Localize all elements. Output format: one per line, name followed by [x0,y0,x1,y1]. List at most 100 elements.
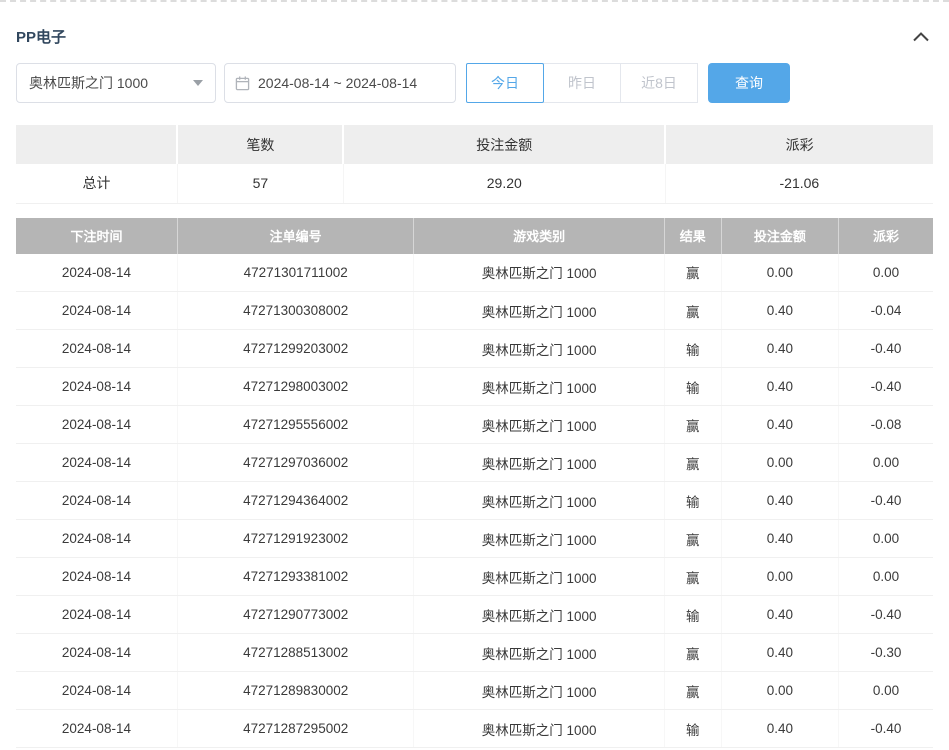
table-row: 2024-08-14 47271291923002 奥林匹斯之门 1000 赢 … [16,520,933,558]
payout-cell: -0.04 [839,292,933,330]
bet-time-cell: 2024-08-14 [16,482,177,520]
bet-amount-cell: 0.40 [721,292,838,330]
bet-amount-cell: 0.40 [721,710,838,748]
bet-time-cell: 2024-08-14 [16,634,177,672]
order-number-cell: 47271287295002 [177,710,414,748]
order-number-cell: 47271293381002 [177,558,414,596]
calendar-icon [235,76,250,91]
bet-amount-cell: 0.40 [721,482,838,520]
filter-bar: 奥林匹斯之门 1000 2024-08-14 ~ 2024-08-14 今日 昨… [16,63,933,103]
order-number-cell: 47271301711002 [177,254,414,292]
quick-range-button[interactable]: 今日 [466,63,544,103]
summary-total-label: 总计 [16,164,177,203]
game-type-cell: 奥林匹斯之门 1000 [414,254,664,292]
summary-count-value: 57 [177,164,343,203]
header-result: 结果 [664,218,721,254]
payout-cell: -0.40 [839,368,933,406]
result-cell: 赢 [664,634,721,672]
game-type-cell: 奥林匹斯之门 1000 [414,482,664,520]
bet-time-cell: 2024-08-14 [16,444,177,482]
header-payout: 派彩 [839,218,933,254]
game-select[interactable]: 奥林匹斯之门 1000 [16,63,216,103]
payout-cell: 0.00 [839,254,933,292]
result-cell: 输 [664,710,721,748]
bet-time-cell: 2024-08-14 [16,368,177,406]
game-type-cell: 奥林匹斯之门 1000 [414,444,664,482]
summary-table: 笔数 投注金额 派彩 总计 57 29.20 -21.06 [16,125,933,204]
summary-header-count: 笔数 [177,125,343,164]
table-row: 2024-08-14 47271298003002 奥林匹斯之门 1000 输 … [16,368,933,406]
date-range-value: 2024-08-14 ~ 2024-08-14 [258,75,417,91]
order-number-cell: 47271289830002 [177,672,414,710]
game-type-cell: 奥林匹斯之门 1000 [414,672,664,710]
game-type-cell: 奥林匹斯之门 1000 [414,710,664,748]
quick-range-group: 今日 昨日 近8日 [466,63,698,103]
header-game-type: 游戏类别 [414,218,664,254]
chevron-up-icon [913,30,929,45]
bet-amount-cell: 0.40 [721,368,838,406]
date-range-input[interactable]: 2024-08-14 ~ 2024-08-14 [224,63,456,103]
quick-range-button[interactable]: 昨日 [543,63,621,103]
bet-records-table: 下注时间 注单编号 游戏类别 结果 投注金额 派彩 2024-08-14 472… [16,218,933,749]
table-row: 2024-08-14 47271290773002 奥林匹斯之门 1000 输 … [16,596,933,634]
bet-amount-cell: 0.00 [721,672,838,710]
order-number-cell: 47271298003002 [177,368,414,406]
game-select-value: 奥林匹斯之门 1000 [29,73,148,93]
order-number-cell: 47271291923002 [177,520,414,558]
bet-amount-cell: 0.00 [721,444,838,482]
header-bet-amount: 投注金额 [721,218,838,254]
payout-cell: -0.40 [839,330,933,368]
bet-amount-cell: 0.40 [721,330,838,368]
bet-time-cell: 2024-08-14 [16,710,177,748]
payout-cell: 0.00 [839,672,933,710]
game-type-cell: 奥林匹斯之门 1000 [414,558,664,596]
result-cell: 赢 [664,406,721,444]
table-row: 2024-08-14 47271300308002 奥林匹斯之门 1000 赢 … [16,292,933,330]
order-number-cell: 47271297036002 [177,444,414,482]
game-type-cell: 奥林匹斯之门 1000 [414,330,664,368]
game-type-cell: 奥林匹斯之门 1000 [414,292,664,330]
table-row: 2024-08-14 47271299203002 奥林匹斯之门 1000 输 … [16,330,933,368]
result-cell: 赢 [664,558,721,596]
summary-header-row: 笔数 投注金额 派彩 [16,125,933,164]
bet-amount-cell: 0.00 [721,254,838,292]
table-row: 2024-08-14 47271293381002 奥林匹斯之门 1000 赢 … [16,558,933,596]
order-number-cell: 47271295556002 [177,406,414,444]
bet-time-cell: 2024-08-14 [16,596,177,634]
result-cell: 赢 [664,444,721,482]
result-cell: 赢 [664,520,721,558]
search-button[interactable]: 查询 [708,63,790,103]
panel-header: PP电子 [16,2,933,63]
bet-time-cell: 2024-08-14 [16,406,177,444]
payout-cell: -0.40 [839,596,933,634]
payout-cell: -0.40 [839,482,933,520]
order-number-cell: 47271290773002 [177,596,414,634]
quick-range-button[interactable]: 近8日 [620,63,698,103]
bet-amount-cell: 0.40 [721,634,838,672]
table-header-row: 下注时间 注单编号 游戏类别 结果 投注金额 派彩 [16,218,933,254]
pp-games-panel: PP电子 奥林匹斯之门 1000 2024-08-14 ~ 2024-08-14 [0,2,949,748]
table-row: 2024-08-14 47271289830002 奥林匹斯之门 1000 赢 … [16,672,933,710]
game-type-cell: 奥林匹斯之门 1000 [414,520,664,558]
result-cell: 赢 [664,254,721,292]
panel-title: PP电子 [16,26,66,47]
game-type-cell: 奥林匹斯之门 1000 [414,634,664,672]
payout-cell: -0.30 [839,634,933,672]
collapse-panel-button[interactable] [909,30,933,44]
bet-amount-cell: 0.00 [721,558,838,596]
chevron-down-icon [193,80,203,86]
header-order-number: 注单编号 [177,218,414,254]
bet-amount-cell: 0.40 [721,596,838,634]
table-row: 2024-08-14 47271295556002 奥林匹斯之门 1000 赢 … [16,406,933,444]
result-cell: 输 [664,368,721,406]
order-number-cell: 47271299203002 [177,330,414,368]
bet-amount-cell: 0.40 [721,520,838,558]
header-bet-time: 下注时间 [16,218,177,254]
payout-cell: 0.00 [839,444,933,482]
result-cell: 输 [664,482,721,520]
bet-time-cell: 2024-08-14 [16,254,177,292]
order-number-cell: 47271300308002 [177,292,414,330]
result-cell: 赢 [664,292,721,330]
bet-time-cell: 2024-08-14 [16,520,177,558]
game-type-cell: 奥林匹斯之门 1000 [414,406,664,444]
